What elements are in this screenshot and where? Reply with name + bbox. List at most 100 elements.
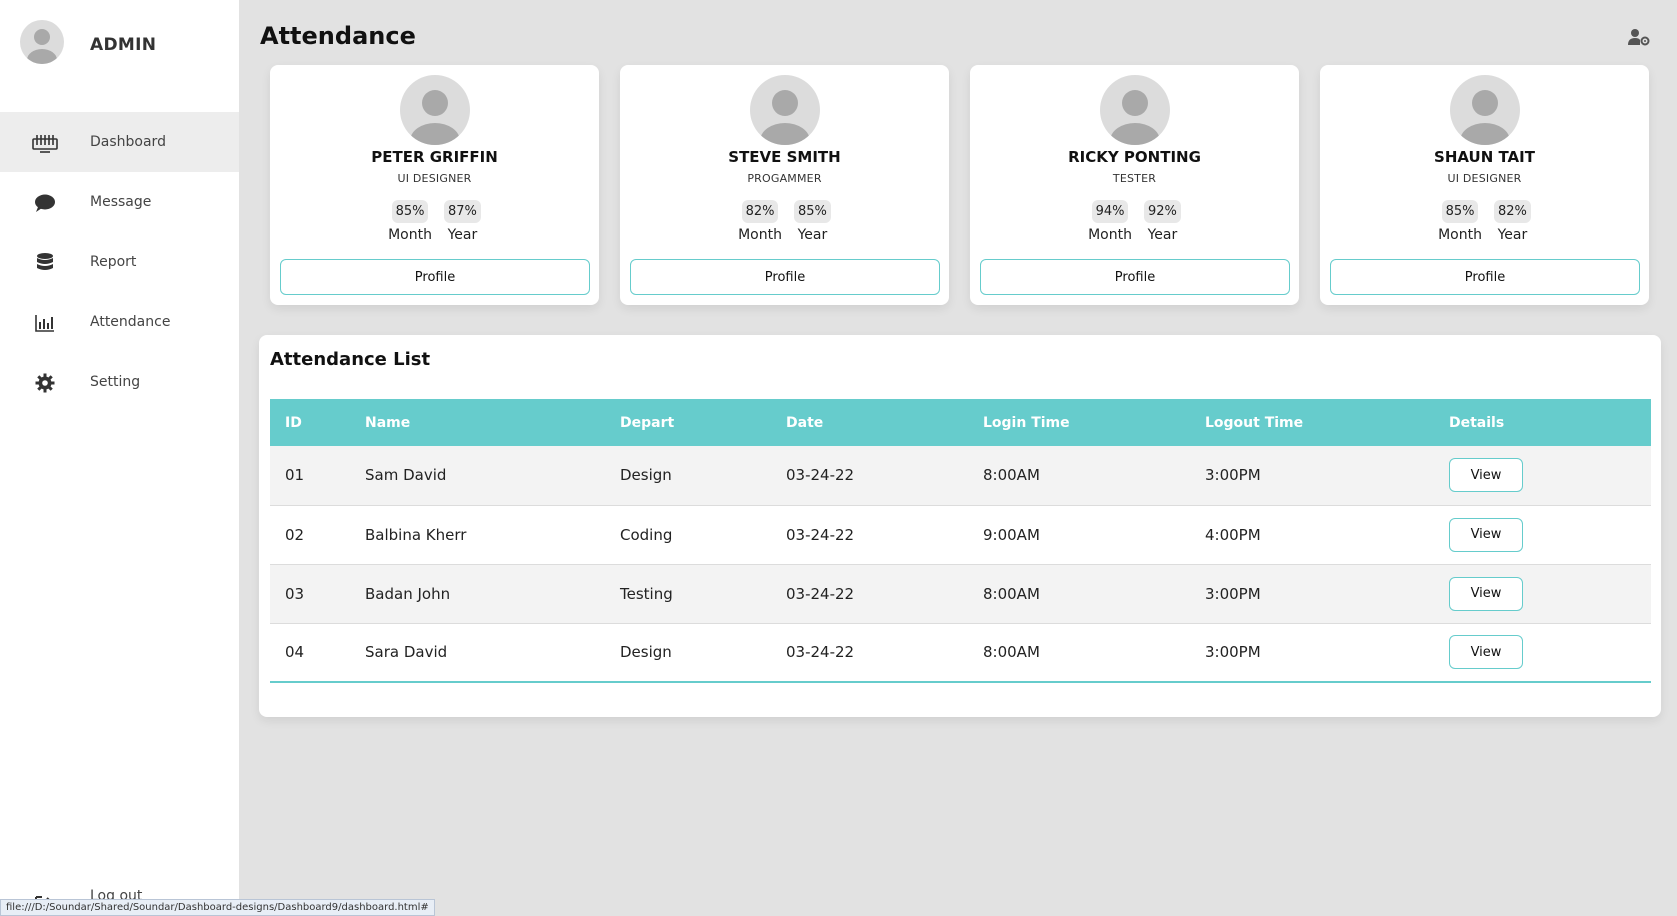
attendance-table: ID Name Depart Date Login Time Logout Ti… bbox=[270, 399, 1651, 683]
cell-name: Sam David bbox=[365, 466, 447, 485]
cell-id: 01 bbox=[285, 466, 305, 485]
attendance-stats: 85% Month 82% Year bbox=[1320, 200, 1649, 243]
employee-name: SHAUN TAIT bbox=[1434, 148, 1535, 166]
cell-logout-time: 3:00PM bbox=[1205, 466, 1261, 485]
page-title: Attendance bbox=[260, 22, 416, 50]
employee-card: PETER GRIFFIN UI DESIGNER 85% Month 87% Ye… bbox=[270, 65, 599, 305]
profile-button[interactable]: Profile bbox=[1330, 259, 1640, 295]
employee-card: SHAUN TAIT UI DESIGNER 85% Month 82% Year … bbox=[1320, 65, 1649, 305]
employee-avatar-icon bbox=[1450, 75, 1520, 145]
column-header-id: ID bbox=[285, 414, 302, 431]
sidebar-item-setting[interactable]: Setting bbox=[0, 352, 239, 412]
cell-details: View bbox=[1449, 623, 1651, 682]
attendance-list-title: Attendance List bbox=[270, 349, 431, 370]
view-button[interactable]: View bbox=[1449, 635, 1523, 670]
year-percentage: 82% bbox=[1493, 200, 1531, 223]
view-button[interactable]: View bbox=[1449, 576, 1523, 611]
column-header-details: Details bbox=[1449, 414, 1505, 431]
sidebar-item-attendance[interactable]: Attendance bbox=[0, 292, 239, 352]
cell-logout-time: 4:00PM bbox=[1205, 525, 1261, 544]
year-percentage: 92% bbox=[1143, 200, 1181, 223]
employee-role: TESTER bbox=[1112, 172, 1157, 185]
employee-card: STEVE SMITH PROGAMMER 82% Month 85% Year P… bbox=[620, 65, 949, 305]
month-label: Month bbox=[1088, 227, 1132, 243]
sidebar-item-message[interactable]: Message bbox=[0, 172, 239, 232]
cell-date: 03-24-22 bbox=[786, 466, 855, 485]
table-row: 01 Sam David Design 03-24-22 8:00AM 3:00… bbox=[270, 446, 1651, 505]
profile-button[interactable]: Profile bbox=[980, 259, 1290, 295]
cell-id: 03 bbox=[285, 584, 305, 603]
brand bbox=[20, 20, 64, 64]
browser-status-bar: file:///D:/Soundar/Shared/Soundar/Dashbo… bbox=[0, 899, 435, 916]
brand-name: ADMIN bbox=[90, 35, 157, 55]
employee-avatar-icon bbox=[1100, 75, 1170, 145]
column-header-login-time: Login Time bbox=[983, 414, 1070, 431]
view-button[interactable]: View bbox=[1449, 458, 1523, 493]
keyboard-icon bbox=[32, 132, 58, 154]
employee-name: RICKY PONTING bbox=[1068, 148, 1201, 166]
view-button[interactable]: View bbox=[1449, 517, 1523, 552]
cell-login-time: 8:00AM bbox=[983, 643, 1040, 662]
year-percentage: 85% bbox=[793, 200, 831, 223]
cell-details: View bbox=[1449, 446, 1651, 505]
cell-depart: Design bbox=[620, 466, 672, 485]
month-percentage: 85% bbox=[1441, 200, 1479, 223]
cell-details: View bbox=[1449, 505, 1651, 564]
column-header-depart: Depart bbox=[620, 414, 675, 431]
chat-bubble-icon bbox=[32, 192, 58, 214]
cell-depart: Coding bbox=[620, 525, 673, 544]
month-label: Month bbox=[738, 227, 782, 243]
attendance-stats: 85% Month 87% Year bbox=[270, 200, 599, 243]
month-label: Month bbox=[1438, 227, 1482, 243]
employee-avatar-icon bbox=[400, 75, 470, 145]
table-header-row: ID Name Depart Date Login Time Logout Ti… bbox=[270, 399, 1651, 446]
column-header-logout-time: Logout Time bbox=[1205, 414, 1304, 431]
attendance-list-panel: Attendance List ID Name Depart Date Logi… bbox=[259, 335, 1661, 717]
sidebar-item-label: Attendance bbox=[90, 314, 171, 330]
cell-date: 03-24-22 bbox=[786, 643, 855, 662]
employee-card: RICKY PONTING TESTER 94% Month 92% Year Pr… bbox=[970, 65, 1299, 305]
database-icon bbox=[32, 252, 58, 274]
cell-depart: Design bbox=[620, 643, 672, 662]
year-percentage: 87% bbox=[443, 200, 481, 223]
cell-login-time: 8:00AM bbox=[983, 584, 1040, 603]
employee-name: PETER GRIFFIN bbox=[371, 148, 498, 166]
user-gear-icon[interactable] bbox=[1628, 28, 1652, 48]
month-percentage: 94% bbox=[1091, 200, 1129, 223]
cell-date: 03-24-22 bbox=[786, 584, 855, 603]
employee-role: UI DESIGNER bbox=[1447, 172, 1522, 185]
cell-name: Sara David bbox=[365, 643, 448, 662]
profile-button[interactable]: Profile bbox=[630, 259, 940, 295]
employee-role: PROGAMMER bbox=[747, 172, 822, 185]
attendance-stats: 94% Month 92% Year bbox=[970, 200, 1299, 243]
attendance-stats: 82% Month 85% Year bbox=[620, 200, 949, 243]
gear-icon bbox=[32, 372, 58, 394]
sidebar: ADMIN Dashboard Message Report Attendanc… bbox=[0, 0, 239, 916]
admin-avatar-icon[interactable] bbox=[20, 20, 64, 64]
table-row: 03 Badan John Testing 03-24-22 8:00AM 3:… bbox=[270, 564, 1651, 623]
cell-id: 04 bbox=[285, 643, 305, 662]
year-label: Year bbox=[1497, 227, 1528, 243]
sidebar-item-report[interactable]: Report bbox=[0, 232, 239, 292]
year-label: Year bbox=[447, 227, 478, 243]
column-header-date: Date bbox=[786, 414, 824, 431]
employee-name: STEVE SMITH bbox=[728, 148, 841, 166]
sidebar-item-label: Setting bbox=[90, 374, 141, 390]
profile-button[interactable]: Profile bbox=[280, 259, 590, 295]
cell-date: 03-24-22 bbox=[786, 525, 855, 544]
employee-role: UI DESIGNER bbox=[397, 172, 472, 185]
month-percentage: 82% bbox=[741, 200, 779, 223]
year-label: Year bbox=[797, 227, 828, 243]
year-label: Year bbox=[1147, 227, 1178, 243]
table-row: 02 Balbina Kherr Coding 03-24-22 9:00AM … bbox=[270, 505, 1651, 564]
cell-login-time: 9:00AM bbox=[983, 525, 1040, 544]
cell-logout-time: 3:00PM bbox=[1205, 584, 1261, 603]
sidebar-nav: Dashboard Message Report Attendance Sett… bbox=[0, 112, 239, 412]
employee-avatar-icon bbox=[750, 75, 820, 145]
sidebar-item-dashboard[interactable]: Dashboard bbox=[0, 112, 239, 172]
bar-chart-icon bbox=[32, 312, 58, 334]
cell-depart: Testing bbox=[620, 584, 673, 603]
month-percentage: 85% bbox=[391, 200, 429, 223]
sidebar-item-label: Dashboard bbox=[90, 134, 166, 150]
cell-name: Badan John bbox=[365, 584, 451, 603]
